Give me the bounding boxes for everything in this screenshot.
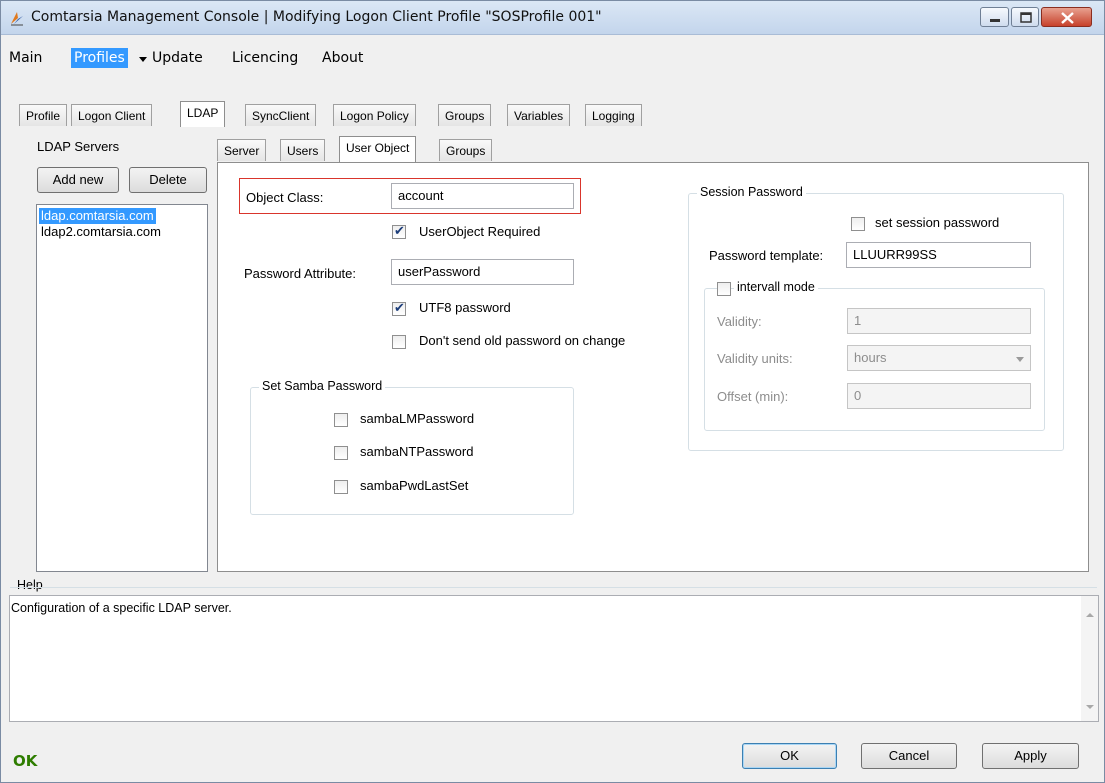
minimize-icon [990,19,1000,22]
password-template-label: Password template: [709,248,824,263]
interval-mode-checkbox[interactable] [717,282,731,296]
dont-send-old-password-label: Don't send old password on change [419,333,626,348]
offset-label: Offset (min): [717,389,789,404]
validity-label: Validity: [717,314,762,329]
help-text-area[interactable]: Configuration of a specific LDAP server. [9,595,1099,722]
help-text: Configuration of a specific LDAP server. [11,601,232,615]
cancel-button[interactable]: Cancel [861,743,957,769]
add-new-button[interactable]: Add new [37,167,119,193]
scroll-down-icon[interactable] [1086,705,1094,709]
subtab-groups[interactable]: Groups [439,139,493,161]
password-attribute-label: Password Attribute: [244,266,356,281]
interval-mode-group: intervall mode Validity: 1 Validity unit… [704,280,1045,431]
window-title: Comtarsia Management Console | Modifying… [31,9,602,25]
samba-lm-password-label: sambaLMPassword [360,411,475,426]
tab-ldap[interactable]: LDAP [180,101,226,127]
dont-send-old-password-checkbox[interactable] [392,335,406,349]
menu-bar: Main Profiles Update Licencing About [2,45,1102,73]
help-label: Help [17,578,43,592]
apply-button[interactable]: Apply [982,743,1079,769]
password-template-field[interactable]: LLUURR99SS [846,242,1031,268]
user-object-panel: Object Class: account UserObject Require… [217,162,1089,572]
menu-main[interactable]: Main [6,48,45,68]
samba-lm-password-checkbox[interactable] [334,413,348,427]
list-item[interactable]: ldap2.comtarsia.com [39,224,163,240]
tab-variables[interactable]: Variables [507,104,571,126]
ok-button[interactable]: OK [742,743,837,769]
close-icon [1061,12,1074,24]
tab-logon-client[interactable]: Logon Client [71,104,153,126]
validity-units-label: Validity units: [717,351,793,366]
set-session-password-checkbox[interactable] [851,217,865,231]
tab-groups[interactable]: Groups [438,104,492,126]
validity-units-value: hours [854,350,887,365]
chevron-down-icon [1016,357,1024,362]
help-scrollbar[interactable] [1081,596,1098,721]
subtab-server[interactable]: Server [217,139,267,161]
maximize-button[interactable] [1011,7,1039,27]
interval-mode-legend: intervall mode [734,280,818,294]
minimize-button[interactable] [980,7,1009,27]
ldap-servers-label: LDAP Servers [37,139,120,154]
list-item[interactable]: ldap.comtarsia.com [39,208,156,224]
object-class-label: Object Class: [246,190,324,205]
maximize-icon [1020,12,1032,23]
status-text: OK [13,752,38,770]
validity-units-select[interactable]: hours [847,345,1031,371]
session-password-group: Session Password set session password Pa… [688,185,1064,451]
comtarsia-app-icon [11,12,23,26]
samba-password-legend: Set Samba Password [259,379,386,393]
validity-field[interactable]: 1 [847,308,1031,334]
ldap-server-list[interactable]: ldap.comtarsia.com ldap2.comtarsia.com [36,204,208,572]
samba-pwd-last-set-label: sambaPwdLastSet [360,478,469,493]
samba-nt-password-checkbox[interactable] [334,446,348,460]
menu-licencing[interactable]: Licencing [229,48,301,68]
chevron-down-icon [139,57,147,62]
samba-pwd-last-set-checkbox[interactable] [334,480,348,494]
title-bar: Comtarsia Management Console | Modifying… [1,1,1104,35]
delete-button[interactable]: Delete [129,167,207,193]
offset-field[interactable]: 0 [847,383,1031,409]
scroll-up-icon[interactable] [1086,613,1094,617]
menu-about[interactable]: About [319,48,366,68]
userobject-required-label: UserObject Required [419,224,541,239]
menu-profiles[interactable]: Profiles [71,48,128,68]
subtab-users[interactable]: Users [280,139,326,161]
ldap-tab-panel: LDAP Servers Add new Delete ldap.comtars… [19,126,1099,572]
session-password-legend: Session Password [697,185,806,199]
samba-nt-password-label: sambaNTPassword [360,444,474,459]
samba-password-group: Set Samba Password sambaLMPassword samba… [250,379,574,515]
userobject-required-checkbox[interactable] [392,223,406,239]
utf8-password-label: UTF8 password [419,300,511,315]
password-attribute-field[interactable]: userPassword [391,259,574,285]
subtab-user-object[interactable]: User Object [339,136,417,162]
tab-profile[interactable]: Profile [19,104,68,126]
tab-logon-policy[interactable]: Logon Policy [333,104,416,126]
help-divider [10,587,1097,588]
object-class-field[interactable]: account [391,183,574,209]
app-window: Comtarsia Management Console | Modifying… [0,0,1105,783]
close-button[interactable] [1041,7,1092,27]
tab-syncclient[interactable]: SyncClient [245,104,317,126]
set-session-password-label: set session password [875,215,1000,230]
utf8-password-checkbox[interactable] [392,300,406,316]
tab-logging[interactable]: Logging [585,104,642,126]
menu-update[interactable]: Update [149,48,206,68]
